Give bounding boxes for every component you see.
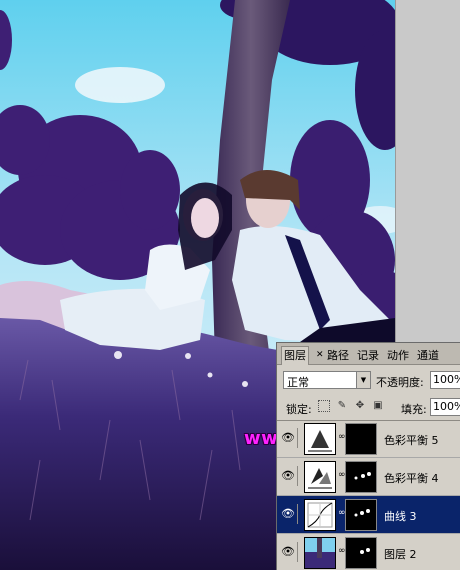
layer-mask-thumbnail[interactable] (345, 461, 377, 493)
fill-label: 填充: (401, 403, 427, 416)
chevron-down-icon[interactable]: ▼ (356, 372, 370, 388)
layer-mask-thumbnail[interactable] (345, 537, 377, 569)
layer-name: 色彩平衡 4 (384, 472, 439, 485)
adjustment-thumbnail (304, 461, 336, 493)
blend-mode-select[interactable]: 正常 ▼ (283, 371, 371, 389)
close-icon[interactable]: ✕ (316, 350, 324, 360)
opacity-input[interactable]: 100% (430, 371, 460, 389)
photo-thumbnail (304, 537, 336, 569)
layer-list: 👁 ∞ 色彩平衡 5 👁 ∞ 色彩平衡 4 👁 ∞ 曲线 3 👁 ∞ 图层 2 (277, 420, 460, 570)
layer-mask-thumbnail[interactable] (345, 499, 377, 531)
lock-icon[interactable]: ▣ (372, 400, 384, 412)
adjustment-thumbnail (304, 423, 336, 455)
panel-tab-bar: 图层 ✕ 路径 记录 动作 通道 (277, 343, 460, 365)
canvas-gutter (395, 0, 460, 342)
tab-actions[interactable]: 动作 (385, 348, 411, 365)
layer-row[interactable]: 👁 ∞ 色彩平衡 5 (277, 421, 460, 458)
blend-mode-value: 正常 (287, 376, 309, 389)
opacity-label: 不透明度: (376, 376, 424, 389)
layer-row[interactable]: 👁 ∞ 色彩平衡 4 (277, 458, 460, 496)
layer-row[interactable]: 👁 ∞ 图层 2 (277, 534, 460, 570)
layer-name: 图层 2 (384, 548, 417, 561)
layer-row-selected[interactable]: 👁 ∞ 曲线 3 (277, 496, 460, 534)
eye-icon[interactable]: 👁 (279, 542, 298, 562)
layers-panel: 图层 ✕ 路径 记录 动作 通道 正常 ▼ 不透明度: 100% 锁定: ✎ ✥… (276, 342, 460, 570)
fill-input[interactable]: 100% (430, 398, 460, 416)
lock-transparent-icon[interactable] (318, 400, 330, 412)
tab-layers[interactable]: 图层 (281, 346, 309, 365)
move-icon[interactable]: ✥ (354, 400, 366, 412)
tab-channels[interactable]: 通道 (415, 348, 441, 365)
layer-name: 曲线 3 (384, 510, 417, 523)
layer-name: 色彩平衡 5 (384, 434, 439, 447)
curves-thumbnail (304, 499, 336, 531)
lock-label: 锁定: (286, 403, 312, 416)
tab-history[interactable]: 记录 (355, 348, 381, 365)
eye-icon[interactable]: 👁 (279, 466, 298, 486)
brush-icon[interactable]: ✎ (336, 400, 348, 412)
tab-paths[interactable]: 路径 (325, 348, 351, 365)
eye-icon[interactable]: 👁 (279, 428, 298, 448)
eye-icon[interactable]: 👁 (279, 504, 298, 524)
layer-mask-thumbnail[interactable] (345, 423, 377, 455)
